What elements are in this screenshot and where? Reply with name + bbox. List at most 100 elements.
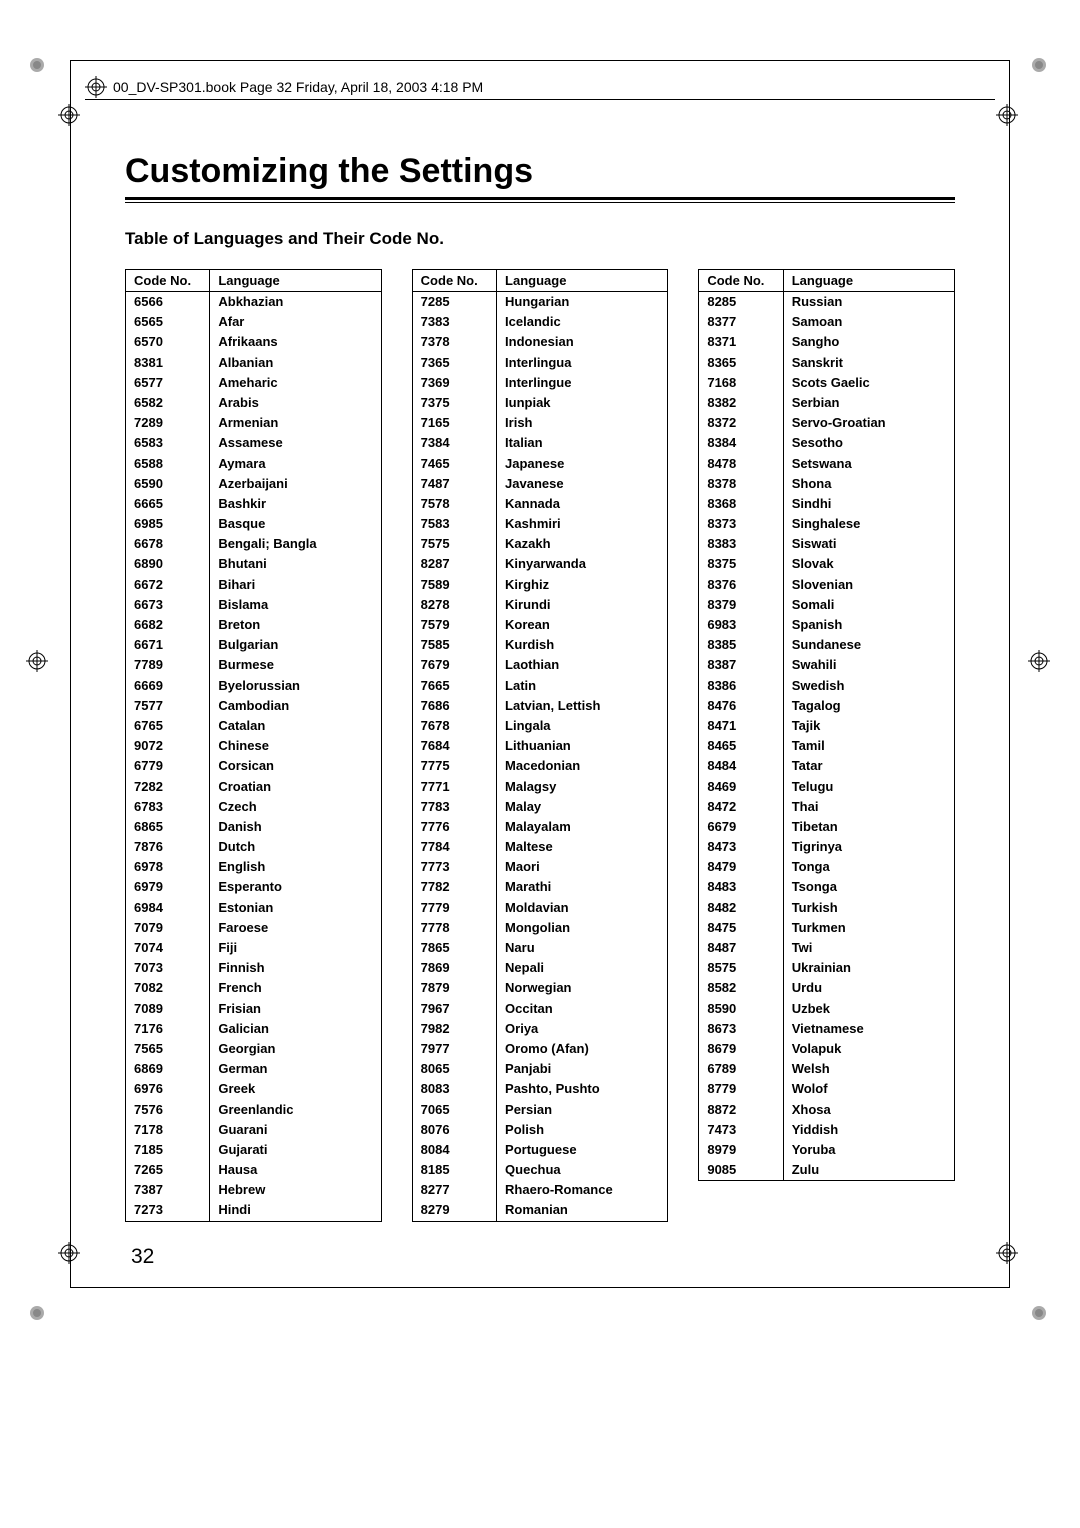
table-row: 6779Corsican: [126, 756, 382, 776]
table-row: 7771Malagsy: [412, 777, 668, 797]
table-row: 6588Aymara: [126, 454, 382, 474]
table-row: 8779Wolof: [699, 1079, 955, 1099]
language-value: Lithuanian: [497, 736, 668, 756]
language-value: Ameharic: [210, 373, 381, 393]
table-row: 7865Naru: [412, 938, 668, 958]
table-row: 8277Rhaero-Romance: [412, 1180, 668, 1200]
language-value: Indonesian: [497, 332, 668, 352]
language-value: Polish: [497, 1120, 668, 1140]
code-value: 7665: [412, 676, 496, 696]
code-value: 8279: [412, 1200, 496, 1221]
language-value: Malagsy: [497, 777, 668, 797]
table-row: 7576Greenlandic: [126, 1100, 382, 1120]
language-value: Malay: [497, 797, 668, 817]
language-value: Hungarian: [497, 292, 668, 313]
code-value: 7578: [412, 494, 496, 514]
language-value: Portuguese: [497, 1140, 668, 1160]
code-value: 6679: [699, 817, 783, 837]
code-value: 8487: [699, 938, 783, 958]
language-table: Code No.Language8285Russian8377Samoan837…: [698, 269, 955, 1222]
language-value: Corsican: [210, 756, 381, 776]
language-value: Estonian: [210, 898, 381, 918]
language-value: Greenlandic: [210, 1100, 381, 1120]
language-value: Aymara: [210, 454, 381, 474]
code-value: 7365: [412, 353, 496, 373]
code-value: 6978: [126, 857, 210, 877]
code-value: 7684: [412, 736, 496, 756]
registration-mark-icon: [85, 76, 107, 98]
language-value: Panjabi: [497, 1059, 668, 1079]
table-row: 7375Iunpiak: [412, 393, 668, 413]
table-row: 6976Greek: [126, 1079, 382, 1099]
table-row: 7073Finnish: [126, 958, 382, 978]
code-value: 8475: [699, 918, 783, 938]
code-value: 7585: [412, 635, 496, 655]
language-value: Vietnamese: [783, 1019, 954, 1039]
code-value: 8483: [699, 877, 783, 897]
table-row: 8372Servo-Groatian: [699, 413, 955, 433]
table-row: 7089Frisian: [126, 999, 382, 1019]
table-row: 7776Malayalam: [412, 817, 668, 837]
table-row: 6783Czech: [126, 797, 382, 817]
code-value: 7168: [699, 373, 783, 393]
code-value: 7686: [412, 696, 496, 716]
table-row: 7679Laothian: [412, 655, 668, 675]
table-row: 8872Xhosa: [699, 1100, 955, 1120]
language-value: Samoan: [783, 312, 954, 332]
table-row: 7585Kurdish: [412, 635, 668, 655]
code-value: 6890: [126, 554, 210, 574]
table-row: 7879Norwegian: [412, 978, 668, 998]
table-row: 6869German: [126, 1059, 382, 1079]
table-row: 7575Kazakh: [412, 534, 668, 554]
code-value: 7369: [412, 373, 496, 393]
table-row: 7384Italian: [412, 433, 668, 453]
table-row: 8384Sesotho: [699, 433, 955, 453]
language-value: Sanskrit: [783, 353, 954, 373]
language-value: Hausa: [210, 1160, 381, 1180]
table-row: 7273Hindi: [126, 1200, 382, 1221]
table-row: 8590Uzbek: [699, 999, 955, 1019]
code-value: 8376: [699, 575, 783, 595]
table-row: 8465Tamil: [699, 736, 955, 756]
code-value: 8476: [699, 696, 783, 716]
table-row: 8387Swahili: [699, 655, 955, 675]
table-row: 8478Setswana: [699, 454, 955, 474]
language-value: Ukrainian: [783, 958, 954, 978]
language-value: Welsh: [783, 1059, 954, 1079]
table-row: 6582Arabis: [126, 393, 382, 413]
code-value: 8083: [412, 1079, 496, 1099]
table-row: 8472Thai: [699, 797, 955, 817]
code-value: 9085: [699, 1160, 783, 1181]
col-header-lang: Language: [210, 270, 381, 292]
code-value: 8076: [412, 1120, 496, 1140]
code-value: 7778: [412, 918, 496, 938]
code-value: 7773: [412, 857, 496, 877]
table-row: 7365Interlingua: [412, 353, 668, 373]
code-value: 7779: [412, 898, 496, 918]
table-row: 8469Telugu: [699, 777, 955, 797]
language-value: Tibetan: [783, 817, 954, 837]
language-value: Telugu: [783, 777, 954, 797]
table-row: 6577Ameharic: [126, 373, 382, 393]
table-row: 6678Bengali; Bangla: [126, 534, 382, 554]
code-value: 8872: [699, 1100, 783, 1120]
language-value: Mongolian: [497, 918, 668, 938]
language-value: Hindi: [210, 1200, 381, 1221]
language-value: Xhosa: [783, 1100, 954, 1120]
table-row: 7369Interlingue: [412, 373, 668, 393]
code-value: 8473: [699, 837, 783, 857]
table-row: 8373Singhalese: [699, 514, 955, 534]
language-value: Gujarati: [210, 1140, 381, 1160]
table-row: 7168Scots Gaelic: [699, 373, 955, 393]
table-row: 6565Afar: [126, 312, 382, 332]
language-value: Sindhi: [783, 494, 954, 514]
code-value: 7783: [412, 797, 496, 817]
table-row: 7465Japanese: [412, 454, 668, 474]
language-value: Volapuk: [783, 1039, 954, 1059]
table-row: 9072Chinese: [126, 736, 382, 756]
code-value: 8465: [699, 736, 783, 756]
table-row: 7178Guarani: [126, 1120, 382, 1140]
language-value: Arabis: [210, 393, 381, 413]
table-row: 6983Spanish: [699, 615, 955, 635]
language-value: Esperanto: [210, 877, 381, 897]
